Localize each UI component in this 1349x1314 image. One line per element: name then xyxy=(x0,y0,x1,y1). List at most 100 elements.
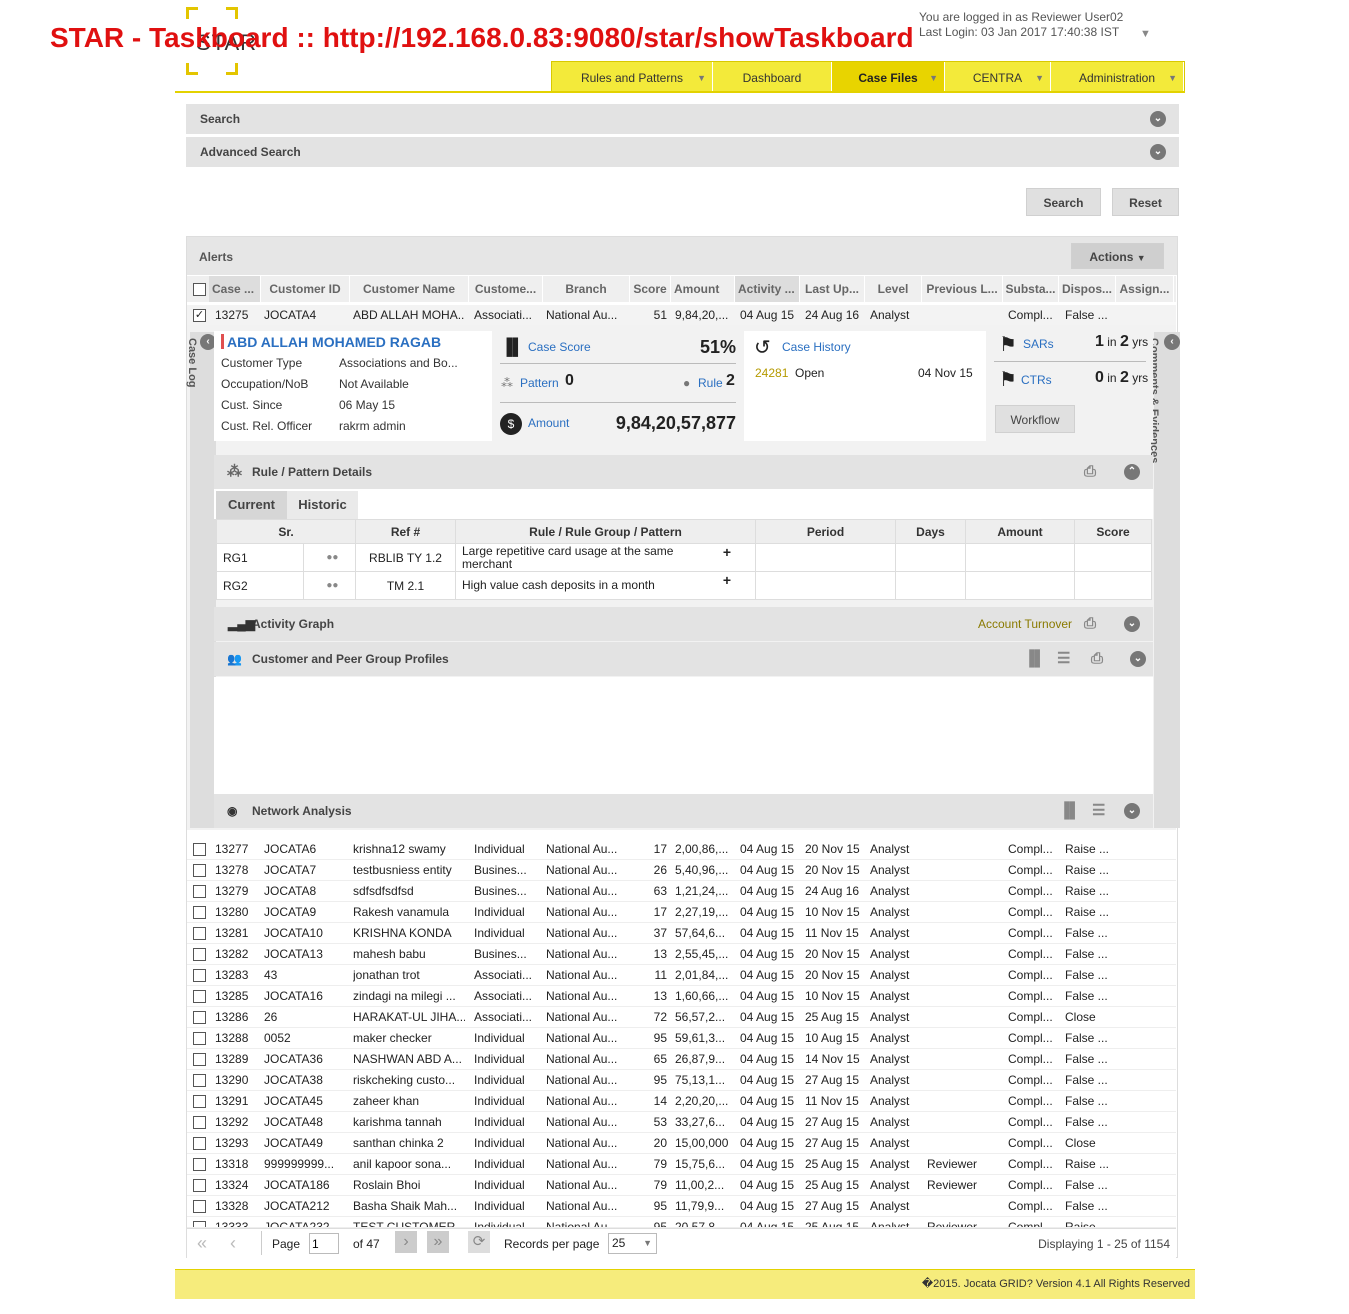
alert-row[interactable]: 13285 JOCATA16 zindagi na milegi ... Associ… xyxy=(187,986,1176,1007)
column-header[interactable]: Case ... xyxy=(209,276,261,302)
dropdown-caret-icon[interactable]: ▼ xyxy=(1035,62,1044,94)
activity-graph-header[interactable]: ▂▄▆ Activity Graph Account Turnover ⎙ ⌄ xyxy=(214,607,1153,641)
row-checkbox[interactable] xyxy=(193,969,206,982)
reset-button[interactable]: Reset xyxy=(1112,188,1179,216)
case-score-label[interactable]: Case Score xyxy=(528,340,591,354)
row-checkbox[interactable]: ✓ xyxy=(193,309,206,322)
comments-collapse-icon[interactable]: ‹ xyxy=(1164,334,1180,350)
column-header[interactable]: Activity ... xyxy=(735,276,800,302)
alert-row[interactable]: 13282 JOCATA13 mahesh babu Busines... Nation… xyxy=(187,944,1176,965)
account-turnover-link[interactable]: Account Turnover xyxy=(978,607,1072,641)
amount-label[interactable]: Amount xyxy=(528,416,569,430)
alert-row[interactable]: 13318 999999999... anil kapoor sona... Indi… xyxy=(187,1154,1176,1175)
row-checkbox[interactable] xyxy=(193,1200,206,1213)
bar-chart-icon[interactable]: ▐▌ xyxy=(1059,794,1080,828)
row-checkbox[interactable] xyxy=(193,1011,206,1024)
row-checkbox[interactable] xyxy=(193,1095,206,1108)
row-checkbox[interactable] xyxy=(193,1137,206,1150)
user-menu-caret-icon[interactable]: ▼ xyxy=(1140,28,1151,40)
alert-row[interactable]: 13288 0052 maker checker Individual National… xyxy=(187,1028,1176,1049)
dropdown-caret-icon[interactable]: ▼ xyxy=(1168,62,1177,94)
expand-plus-icon[interactable]: + xyxy=(723,573,731,587)
tab-historic[interactable]: Historic xyxy=(287,491,358,519)
column-header[interactable]: Score xyxy=(630,276,671,302)
advanced-search-panel-header[interactable]: Advanced Search ⌄ xyxy=(186,137,1179,168)
list-icon[interactable]: ☰ xyxy=(1057,642,1070,676)
alert-row[interactable]: 13283 43 jonathan trot Associati... National… xyxy=(187,965,1176,986)
expand-advanced-search-icon[interactable]: ⌄ xyxy=(1150,144,1166,160)
row-checkbox[interactable] xyxy=(193,906,206,919)
pattern-label[interactable]: Pattern xyxy=(520,376,559,390)
dropdown-caret-icon[interactable]: ▼ xyxy=(929,62,938,94)
column-header[interactable]: Substa... xyxy=(1003,276,1059,302)
comments-evidences-tab[interactable]: ‹ Comments & Evidences xyxy=(1148,332,1180,828)
history-case-id[interactable]: 24281 xyxy=(755,366,788,380)
column-header[interactable]: Customer Name xyxy=(350,276,469,302)
alert-row[interactable]: 13279 JOCATA8 sdfsdfsdfsd Busines... Nationa… xyxy=(187,881,1176,902)
alert-row[interactable]: 13291 JOCATA45 zaheer khan Individual Nation… xyxy=(187,1091,1176,1112)
rule-label[interactable]: Rule xyxy=(698,376,723,390)
select-all-checkbox[interactable] xyxy=(193,283,206,296)
alert-row[interactable]: 13280 JOCATA9 Rakesh vanamula Individual Nat… xyxy=(187,902,1176,923)
collapse-rule-icon[interactable]: ⌃ xyxy=(1124,464,1140,480)
row-checkbox[interactable] xyxy=(193,927,206,940)
alert-row[interactable]: 13277 JOCATA6 krishna12 swamy Individual Nat… xyxy=(187,839,1176,860)
alert-row[interactable]: 13286 26 HARAKAT-UL JIHA... Associati... Nat… xyxy=(187,1007,1176,1028)
search-button[interactable]: Search xyxy=(1026,188,1101,216)
print-icon[interactable]: ⎙ xyxy=(1084,607,1096,641)
list-icon[interactable]: ☰ xyxy=(1092,794,1105,828)
case-history-label[interactable]: Case History xyxy=(782,340,851,354)
row-checkbox[interactable] xyxy=(193,1221,206,1227)
case-log-tab[interactable]: ‹ Case Log xyxy=(186,332,216,828)
alert-row[interactable]: 13292 JOCATA48 karishma tannah Individual Na… xyxy=(187,1112,1176,1133)
peer-group-header[interactable]: 👥 Customer and Peer Group Profiles ▐▌ ☰ … xyxy=(214,642,1153,676)
first-page-icon[interactable]: « xyxy=(197,1233,207,1254)
expand-network-icon[interactable]: ⌄ xyxy=(1124,803,1140,819)
customer-name[interactable]: ABD ALLAH MOHAMED RAGAB xyxy=(227,334,441,350)
alert-row[interactable]: 13290 JOCATA38 riskcheking custo... Individ… xyxy=(187,1070,1176,1091)
row-checkbox[interactable] xyxy=(193,885,206,898)
alert-row[interactable]: 13293 JOCATA49 santhan chinka 2 Individual N… xyxy=(187,1133,1176,1154)
column-header[interactable]: Previous L... xyxy=(922,276,1003,302)
rule-pattern-header[interactable]: ⁂ Rule / Pattern Details ⎙ ⌃ xyxy=(214,455,1153,489)
ctrs-label[interactable]: CTRs xyxy=(1021,373,1052,387)
column-header[interactable]: Last Up... xyxy=(800,276,865,302)
next-page-icon[interactable]: › xyxy=(395,1231,417,1253)
nav-tab-centra[interactable]: CENTRA ▼ xyxy=(945,62,1051,92)
column-header[interactable]: Level xyxy=(865,276,922,302)
rule-row[interactable]: RG2 ●● TM 2.1 High value cash deposits in a… xyxy=(216,571,1152,600)
alert-row[interactable]: 13281 JOCATA10 KRISHNA KONDA Individual Nati… xyxy=(187,923,1176,944)
tab-current[interactable]: Current xyxy=(216,491,287,519)
nav-tab-administration[interactable]: Administration ▼ xyxy=(1051,62,1184,92)
column-header[interactable]: Dispos... xyxy=(1059,276,1116,302)
column-header[interactable]: Branch xyxy=(543,276,630,302)
rule-row[interactable]: RG1 ●● RBLIB TY 1.2 Large repetitive card u… xyxy=(216,543,1152,572)
column-header[interactable]: Custome... xyxy=(469,276,543,302)
print-icon[interactable]: ⎙ xyxy=(1091,642,1103,676)
expand-plus-icon[interactable]: + xyxy=(723,545,731,559)
nav-tab-rules-and-patterns[interactable]: Rules and Patterns ▼ xyxy=(552,62,713,92)
column-header[interactable]: Customer ID xyxy=(261,276,350,302)
row-checkbox[interactable] xyxy=(193,1032,206,1045)
expand-peer-icon[interactable]: ⌄ xyxy=(1130,651,1146,667)
sars-label[interactable]: SARs xyxy=(1023,337,1054,351)
refresh-icon[interactable]: ⟳ xyxy=(468,1231,490,1253)
row-checkbox[interactable] xyxy=(193,1116,206,1129)
page-input[interactable] xyxy=(309,1233,339,1254)
alert-row-selected[interactable]: ✓ 13275 JOCATA4 ABD ALLAH MOHA... Associati.… xyxy=(187,305,1176,326)
alert-row[interactable]: 13328 JOCATA212 Basha Shaik Mah... Individu… xyxy=(187,1196,1176,1217)
column-header[interactable]: Assign... xyxy=(1116,276,1174,302)
alert-row[interactable]: 13333 JOCATA232 TEST CUSTOMER Individual Nat… xyxy=(187,1217,1176,1228)
actions-button[interactable]: Actions ▼ xyxy=(1071,243,1164,269)
bar-chart-icon[interactable]: ▐▌ xyxy=(1024,642,1045,676)
nav-tab-case-files[interactable]: Case Files ▼ xyxy=(832,62,945,92)
prev-page-icon[interactable]: ‹ xyxy=(230,1233,236,1254)
row-checkbox[interactable] xyxy=(193,843,206,856)
last-page-icon[interactable]: » xyxy=(427,1231,449,1253)
search-panel-header[interactable]: Search ⌄ xyxy=(186,104,1179,135)
column-header[interactable]: Amount xyxy=(671,276,735,302)
row-checkbox[interactable] xyxy=(193,990,206,1003)
alert-row[interactable]: 13278 JOCATA7 testbusniess entity Busines..… xyxy=(187,860,1176,881)
row-checkbox[interactable] xyxy=(193,1158,206,1171)
workflow-button[interactable]: Workflow xyxy=(995,405,1075,433)
